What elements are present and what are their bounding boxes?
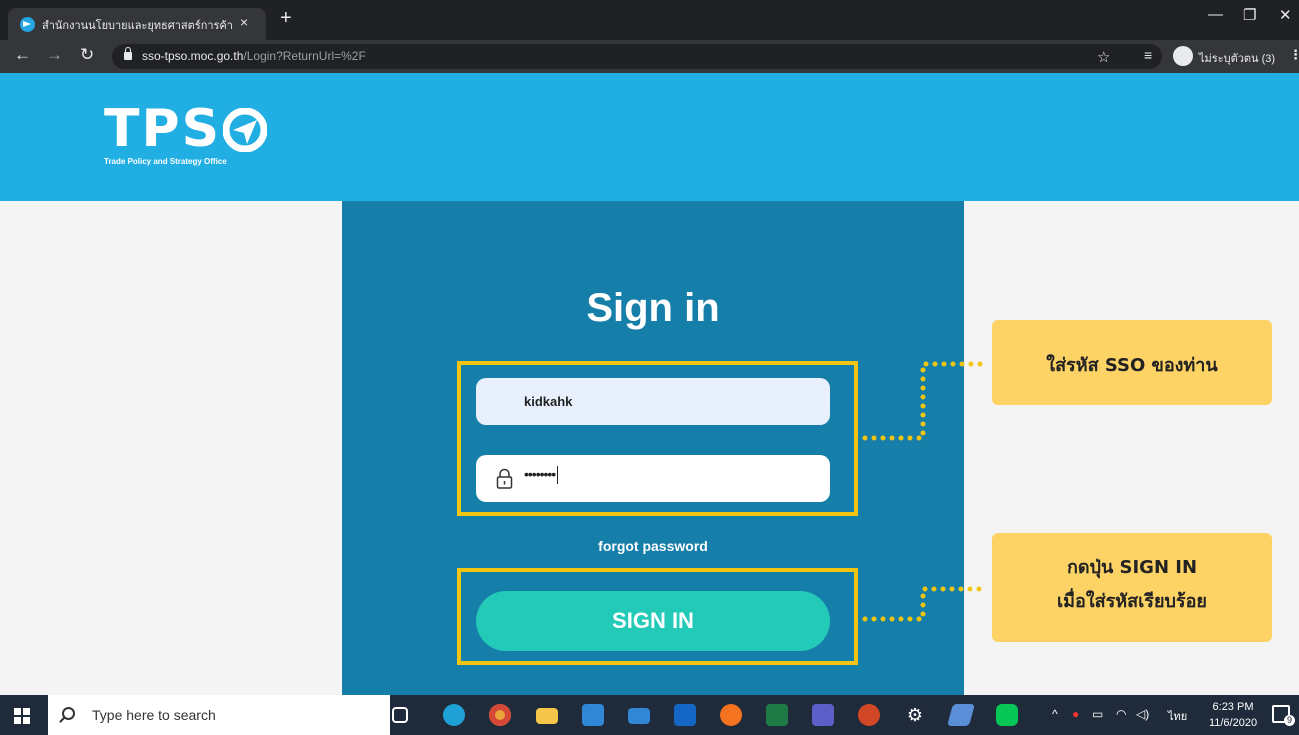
tab-title: สำนักงานนโยบายและยุทธศาสตร์การค้า (42, 20, 232, 32)
callout-enter-sso: ใส่รหัส SSO ของท่าน (992, 320, 1272, 405)
tab-close-icon[interactable]: × (240, 14, 248, 30)
bookmark-star-icon[interactable]: ☆ (1097, 48, 1110, 66)
profile-label: ไม่ระบุตัวตน (3) (1199, 53, 1276, 65)
taskbar-search[interactable]: Type here to search (48, 695, 390, 735)
mail-icon[interactable] (628, 708, 650, 724)
tpso-logo[interactable]: TPS Trade Policy and Strategy Office (104, 103, 284, 173)
connector-signin (862, 586, 990, 622)
callout-line-1: กดปุ่น SIGN IN (1066, 557, 1198, 578)
file-explorer-icon[interactable] (536, 708, 558, 724)
reload-icon[interactable]: ↻ (80, 46, 94, 64)
reading-list-icon[interactable]: ≡ (1144, 47, 1152, 63)
tray-battery-icon[interactable]: ▭ (1092, 707, 1103, 721)
password-value: •••••••• (524, 466, 559, 485)
url-path: /Login?ReturnUrl=%2F (243, 49, 366, 63)
clock-date: 11/6/2020 (1208, 717, 1258, 729)
windows-start-icon[interactable] (14, 708, 30, 724)
browser-menu-icon[interactable]: ⋮ (1289, 47, 1299, 63)
url-text: sso-tpso.moc.go.th/Login?ReturnUrl=%2F (142, 49, 366, 63)
edge-icon[interactable] (443, 704, 465, 726)
username-value: kidkahk (524, 394, 573, 409)
excel-icon[interactable] (766, 704, 788, 726)
callout-press-signin: กดปุ่น SIGN IN เมื่อใส่รหัสเรียบร้อย (992, 533, 1272, 642)
settings-gear-icon[interactable]: ⚙ (904, 704, 926, 726)
store-icon[interactable] (582, 704, 604, 726)
outlook-icon[interactable] (674, 704, 696, 726)
tray-wifi-icon[interactable]: ◠ (1116, 707, 1126, 721)
chrome-icon[interactable] (489, 704, 511, 726)
window-minimize-button[interactable]: — (1208, 6, 1223, 23)
blue-app-icon[interactable] (947, 704, 975, 726)
search-icon (62, 707, 75, 720)
back-arrow-icon[interactable]: ← (14, 46, 31, 64)
padlock-icon (496, 468, 513, 489)
tray-network-error-icon[interactable]: ● (1072, 707, 1079, 721)
telegram-favicon-icon (20, 17, 35, 32)
password-field[interactable]: •••••••• (476, 455, 830, 502)
logo-mark: TPS (104, 103, 284, 155)
new-tab-button[interactable]: + (280, 8, 292, 28)
window-restore-button[interactable]: ❐ (1243, 6, 1256, 24)
connector-credentials (862, 361, 990, 441)
line-app-icon[interactable] (996, 704, 1018, 726)
text-caret (557, 466, 559, 485)
logo-arrow-icon (222, 107, 268, 153)
page-title: Sign in (586, 286, 720, 330)
forward-arrow-icon[interactable]: → (46, 46, 63, 64)
callout-line-2: เมื่อใส่รหัสเรียบร้อย (1057, 591, 1207, 612)
orange-app-icon[interactable] (720, 704, 742, 726)
site-header: TPS Trade Policy and Strategy Office (0, 73, 1299, 201)
browser-toolbar: ← → ↻ sso-tpso.moc.go.th/Login?ReturnUrl… (0, 40, 1299, 73)
logo-subtitle: Trade Policy and Strategy Office (104, 157, 227, 166)
window-close-button[interactable]: ✕ (1279, 6, 1292, 24)
task-view-icon[interactable] (392, 707, 408, 723)
signin-button[interactable]: SIGN IN (476, 591, 830, 651)
lock-icon (124, 47, 132, 60)
incognito-profile[interactable]: ไม่ระบุตัวตน (3) (1173, 44, 1283, 69)
teams-icon[interactable] (812, 704, 834, 726)
tray-volume-icon[interactable]: ◁) (1136, 707, 1149, 721)
search-placeholder: Type here to search (92, 707, 216, 723)
taskbar-clock[interactable]: 6:23 PM 11/6/2020 (1205, 699, 1261, 731)
browser-tabstrip: สำนักงานนโยบายและยุทธศาสตร์การค้า × + — … (0, 0, 1299, 40)
notification-count-badge: 9 (1284, 715, 1295, 726)
tray-language[interactable]: ไทย (1168, 707, 1187, 725)
incognito-icon (1173, 46, 1193, 66)
username-field[interactable]: kidkahk (476, 378, 830, 425)
browser-tab[interactable]: สำนักงานนโยบายและยุทธศาสตร์การค้า × (8, 8, 266, 40)
logo-text: TPS (104, 99, 222, 159)
tray-chevron-icon[interactable]: ^ (1052, 707, 1058, 721)
taskbar: Type here to search ⚙ ^ ● ▭ ◠ ◁) ไทย 6:2… (0, 695, 1299, 735)
clock-time: 6:23 PM (1212, 701, 1254, 713)
signin-button-label: SIGN IN (612, 608, 694, 633)
powerpoint-icon[interactable] (858, 704, 880, 726)
forgot-password-link[interactable]: forgot password (342, 538, 964, 554)
password-mask: •••••••• (524, 466, 556, 482)
url-host: sso-tpso.moc.go.th (142, 49, 244, 63)
address-bar[interactable]: sso-tpso.moc.go.th/Login?ReturnUrl=%2F ☆ (112, 44, 1162, 69)
